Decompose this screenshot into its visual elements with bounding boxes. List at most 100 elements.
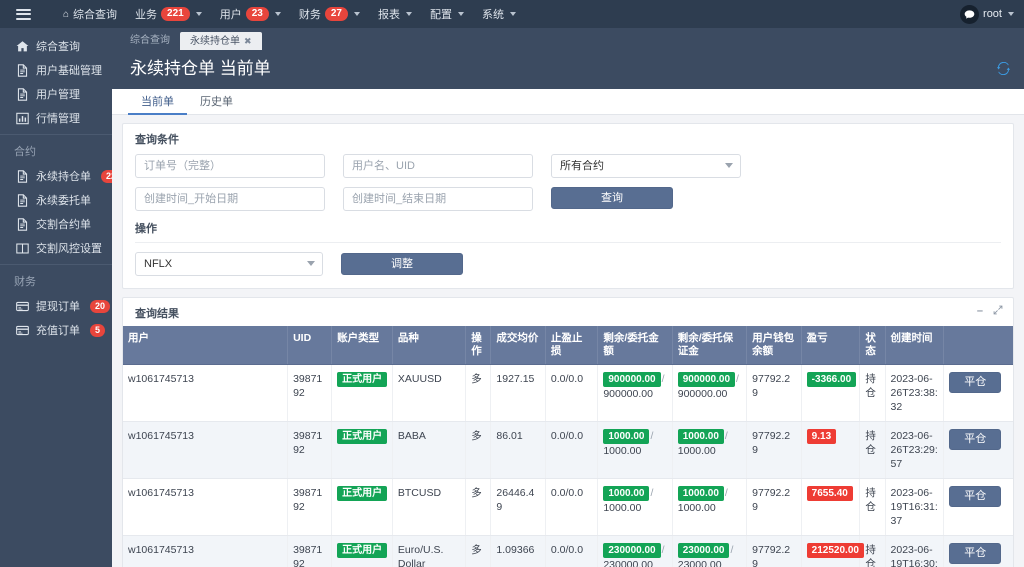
topnav-item-4[interactable]: 财务27 xyxy=(290,0,369,28)
topnav-item-6[interactable]: 配置 xyxy=(421,0,473,28)
cell-actions: 平仓 xyxy=(944,536,1013,567)
content-scroll-area: 查询条件 所有合约 xyxy=(112,115,1024,567)
sidebar-item-交割风控设置[interactable]: 交割风控设置 xyxy=(0,236,112,260)
topnav-item-label: 配置 xyxy=(430,6,452,22)
account-type-badge: 正式用户 xyxy=(337,372,387,387)
close-position-button[interactable]: 平仓 xyxy=(949,486,1001,507)
cell-actions: 平仓 xyxy=(944,422,1013,479)
cell-created: 2023-06-19T16:31:37 xyxy=(885,479,944,536)
start-date-input[interactable] xyxy=(135,187,325,211)
file-icon xyxy=(16,194,29,207)
column-header-盈亏: 盈亏 xyxy=(801,326,860,365)
sidebar-item-永续委托单[interactable]: 永续委托单 xyxy=(0,188,112,212)
topnav-item-7[interactable]: 系统 xyxy=(473,0,525,28)
user-menu-label[interactable]: root xyxy=(983,8,1002,20)
table-header-row: 用户UID账户类型品种操作成交均价止盈止损剩余/委托金额剩余/委托保证金用户钱包… xyxy=(123,326,1013,365)
sidebar-item-永续持仓单[interactable]: 永续持仓单221 xyxy=(0,164,112,188)
top-navbar: ⌂综合查询业务221用户23财务27 报表 配置 系统 root xyxy=(0,0,1024,28)
user-uid-input[interactable] xyxy=(343,154,533,178)
cell-account-type: 正式用户 xyxy=(332,536,393,567)
column-header-账户类型: 账户类型 xyxy=(332,326,393,365)
cell-symbol: BABA xyxy=(392,422,465,479)
symbol-select-wrap: NFLX xyxy=(135,252,323,276)
topnav-item-3[interactable]: 用户23 xyxy=(211,0,290,28)
topnav-item-1[interactable]: ⌂综合查询 xyxy=(54,0,126,28)
close-position-button[interactable]: 平仓 xyxy=(949,543,1001,564)
query-form-row-1: 所有合约 xyxy=(135,154,1001,178)
sidebar-item-用户管理[interactable]: 用户管理 xyxy=(0,82,112,106)
topnav-item-5[interactable]: 报表 xyxy=(369,0,421,28)
adjust-button[interactable]: 调整 xyxy=(341,253,463,275)
refresh-icon[interactable] xyxy=(997,62,1010,78)
sidebar-item-label: 行情管理 xyxy=(36,110,80,126)
sidebar-item-label: 交割合约单 xyxy=(36,216,91,232)
sidebar-item-提现订单[interactable]: 提现订单20 xyxy=(0,294,112,318)
close-icon[interactable]: ✖ xyxy=(244,36,252,46)
cell-user: w1061745713 xyxy=(123,536,288,567)
cell-status: 持仓 xyxy=(860,365,885,422)
cell-symbol: BTCUSD xyxy=(392,479,465,536)
column-header-止盈止损: 止盈止损 xyxy=(545,326,597,365)
end-date-input[interactable] xyxy=(343,187,533,211)
subtab-当前单[interactable]: 当前单 xyxy=(128,89,187,115)
results-panel-header: 查询结果 – xyxy=(123,298,1013,326)
cell-symbol: XAUUSD xyxy=(392,365,465,422)
page-header: 永续持仓单 当前单 xyxy=(112,50,1024,89)
contract-select[interactable]: 所有合约 xyxy=(551,154,741,178)
sidebar-item-label: 永续持仓单 xyxy=(36,168,91,184)
remain-amount-badge: 1000.00 xyxy=(603,486,649,501)
cell-uid: 3987192 xyxy=(288,536,332,567)
close-position-button[interactable]: 平仓 xyxy=(949,372,1001,393)
column-header-用户: 用户 xyxy=(123,326,288,365)
order-no-input[interactable] xyxy=(135,154,325,178)
cell-remain-margin: 900000.00/900000.00 xyxy=(672,365,746,422)
cell-created: 2023-06-26T23:38:32 xyxy=(885,365,944,422)
sidebar-item-行情管理[interactable]: 行情管理 xyxy=(0,106,112,130)
tab-综合查询[interactable]: 综合查询 xyxy=(120,32,180,50)
sidebar-item-交割合约单[interactable]: 交割合约单 xyxy=(0,212,112,236)
main-content: 综合查询永续持仓单✖ 永续持仓单 当前单 当前单历史单 查询条件 xyxy=(112,28,1024,567)
pnl-badge: 9.13 xyxy=(807,429,836,444)
topnav-item-2[interactable]: 业务221 xyxy=(126,0,211,28)
query-button[interactable]: 查询 xyxy=(551,187,673,209)
chevron-down-icon[interactable] xyxy=(1008,12,1014,16)
query-panel-title: 查询条件 xyxy=(135,134,179,146)
hamburger-icon[interactable] xyxy=(0,0,46,28)
table-header: 用户UID账户类型品种操作成交均价止盈止损剩余/委托金额剩余/委托保证金用户钱包… xyxy=(123,326,1013,365)
order-margin-value: 23000.00 xyxy=(678,558,741,567)
query-panel-body: 所有合约 xyxy=(123,152,1013,288)
tab-永续持仓单[interactable]: 永续持仓单✖ xyxy=(180,32,262,50)
cell-remain-margin: 1000.00/1000.00 xyxy=(672,479,746,536)
remain-amount-badge: 900000.00 xyxy=(603,372,660,387)
topnav-item-label: 用户 xyxy=(220,6,242,22)
contract-select-wrap: 所有合约 xyxy=(551,154,741,178)
expand-icon[interactable] xyxy=(993,305,1003,318)
cell-sltp: 0.0/0.0 xyxy=(545,479,597,536)
subtab-历史单[interactable]: 历史单 xyxy=(187,89,246,115)
panel-tools: – xyxy=(977,305,1003,318)
sidebar-item-label: 用户基础管理 xyxy=(36,62,102,78)
sidebar-item-label: 提现订单 xyxy=(36,298,80,314)
remain-margin-badge: 1000.00 xyxy=(678,486,724,501)
chat-bubble-icon[interactable] xyxy=(960,5,979,24)
close-position-button[interactable]: 平仓 xyxy=(949,429,1001,450)
pnl-badge: 212520.00 xyxy=(807,543,864,558)
cell-sltp: 0.0/0.0 xyxy=(545,365,597,422)
sidebar-item-badge: 5 xyxy=(90,324,105,337)
query-panel-header: 查询条件 xyxy=(123,124,1013,152)
topnav-item-label: 报表 xyxy=(378,6,400,22)
minimize-icon[interactable]: – xyxy=(977,306,983,317)
sidebar-item-用户基础管理[interactable]: 用户基础管理 xyxy=(0,58,112,82)
start-date-field-wrap xyxy=(135,187,325,211)
card-icon xyxy=(16,324,29,337)
operation-section-label: 操作 xyxy=(135,220,1001,236)
column-header-用户钱包余额: 用户钱包余额 xyxy=(747,326,802,365)
cell-wallet: 97792.29 xyxy=(747,479,802,536)
sidebar-item-综合查询[interactable]: 综合查询 xyxy=(0,34,112,58)
cell-remain-margin: 23000.00/23000.00 xyxy=(672,536,746,567)
sidebar-item-充值订单[interactable]: 充值订单5 xyxy=(0,318,112,342)
table-body: w10617457133987192正式用户XAUUSD多1927.150.0/… xyxy=(123,365,1013,567)
symbol-select[interactable]: NFLX xyxy=(135,252,323,276)
cell-side: 多 xyxy=(466,536,491,567)
table-row: w10617457133987192正式用户XAUUSD多1927.150.0/… xyxy=(123,365,1013,422)
